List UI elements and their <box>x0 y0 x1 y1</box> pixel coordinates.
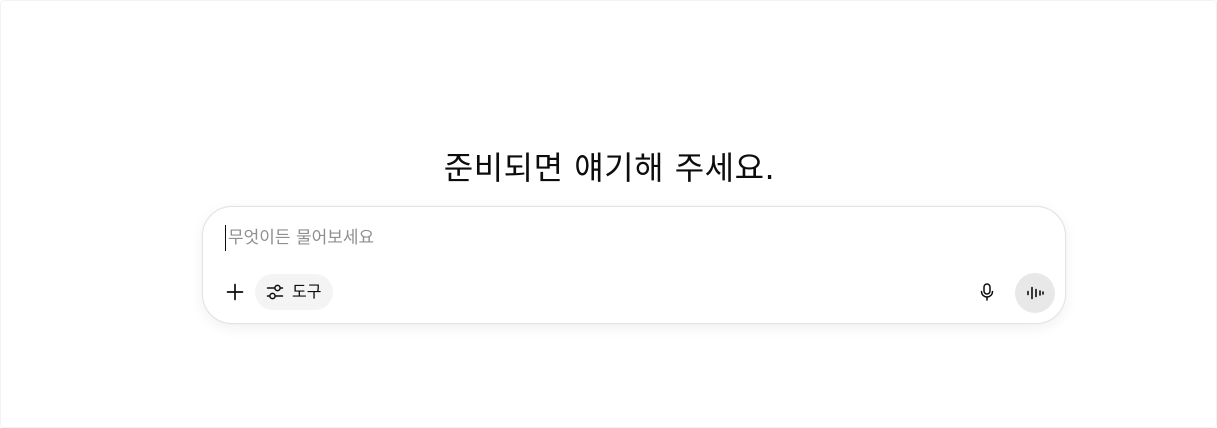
chat-home-page: 준비되면 얘기해 주세요. 도구 <box>0 0 1217 428</box>
add-attachment-button[interactable] <box>217 274 253 310</box>
sliders-icon <box>266 284 284 300</box>
microphone-icon <box>980 283 994 301</box>
tools-button[interactable]: 도구 <box>255 274 334 310</box>
tools-label: 도구 <box>292 282 322 301</box>
prompt-composer: 도구 <box>202 206 1066 324</box>
voice-waveform-icon <box>1027 286 1044 300</box>
dictation-button[interactable] <box>969 274 1005 310</box>
plus-icon <box>226 283 244 301</box>
page-title: 준비되면 얘기해 주세요. <box>443 149 776 188</box>
prompt-input[interactable] <box>225 225 1028 251</box>
voice-mode-button[interactable] <box>1015 273 1055 313</box>
